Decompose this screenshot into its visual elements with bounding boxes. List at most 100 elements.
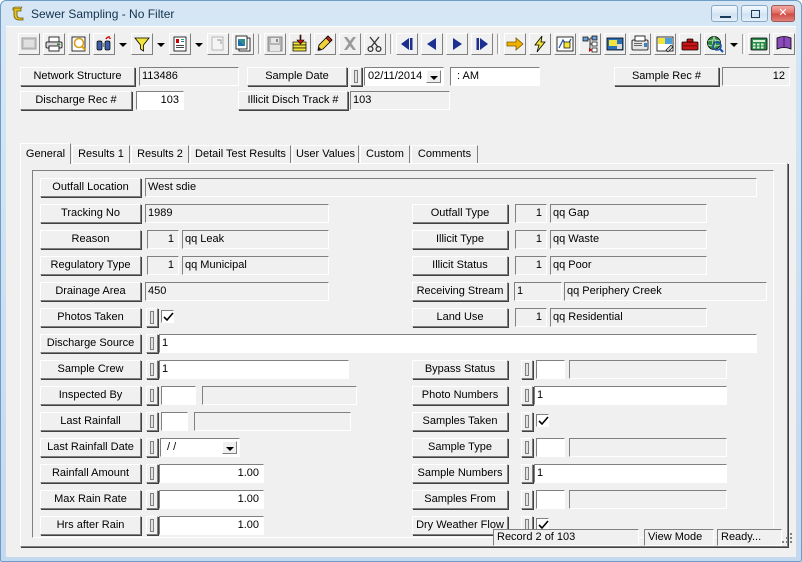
sample-rec-button[interactable]: Sample Rec # xyxy=(614,67,719,86)
sample-numbers-lookup-button[interactable] xyxy=(521,464,533,483)
globe-search-icon[interactable] xyxy=(704,33,726,55)
filter-dropdown-arrow[interactable] xyxy=(154,33,166,55)
sample-numbers-field[interactable]: 1 xyxy=(534,464,727,483)
globe-dropdown-arrow[interactable] xyxy=(727,33,739,55)
minimize-button[interactable] xyxy=(711,5,738,22)
toolbox-icon[interactable] xyxy=(679,33,701,55)
photo-numbers-button[interactable]: Photo Numbers xyxy=(412,386,508,405)
export-page-icon[interactable] xyxy=(207,33,229,55)
help-book-icon[interactable] xyxy=(773,33,795,55)
illicit-type-value-field[interactable]: qq Waste xyxy=(550,230,707,249)
photo-numbers-field[interactable]: 1 xyxy=(534,386,727,405)
sample-crew-lookup-button[interactable] xyxy=(146,360,158,379)
tab-results-2[interactable]: Results 2 xyxy=(131,145,189,163)
last-rainfall-value-field[interactable] xyxy=(194,412,351,431)
sample-numbers-button[interactable]: Sample Numbers xyxy=(412,464,508,483)
discharge-rec-field[interactable]: 103 xyxy=(136,91,184,110)
tab-general[interactable]: General xyxy=(20,143,71,164)
bypass-status-code-field[interactable] xyxy=(536,360,565,379)
network-structure-button[interactable]: Network Structure xyxy=(20,67,135,86)
save-disk-icon[interactable] xyxy=(264,33,286,55)
drainage-area-field[interactable]: 450 xyxy=(145,282,329,301)
illicit-type-code-field[interactable]: 1 xyxy=(515,230,547,249)
outfall-location-button[interactable]: Outfall Location xyxy=(40,178,141,197)
chevron-down-icon[interactable] xyxy=(426,70,441,83)
receiving-stream-value-field[interactable]: qq Periphery Creek xyxy=(564,282,767,301)
sort-dropdown-arrow[interactable] xyxy=(116,33,128,55)
bypass-status-lookup-button[interactable] xyxy=(521,360,533,379)
receiving-stream-button[interactable]: Receiving Stream xyxy=(412,282,508,301)
inspected-by-code-field[interactable] xyxy=(161,386,196,405)
edit-pencil-icon[interactable] xyxy=(314,33,336,55)
photos-taken-lookup-button[interactable] xyxy=(146,308,158,327)
calculator-icon[interactable] xyxy=(748,33,770,55)
outfall-type-button[interactable]: Outfall Type xyxy=(412,204,508,223)
goto-arrow-icon[interactable] xyxy=(504,33,526,55)
sort-binoculars-icon[interactable] xyxy=(93,33,115,55)
print-icon[interactable] xyxy=(43,33,65,55)
max-rain-rate-lookup-button[interactable] xyxy=(146,490,158,509)
receiving-stream-code-field[interactable]: 1 xyxy=(514,282,562,301)
first-record-icon[interactable] xyxy=(396,33,418,55)
image-viewer-icon[interactable] xyxy=(604,33,626,55)
find-magnifier-icon[interactable] xyxy=(68,33,90,55)
network-structure-field[interactable]: 113486 xyxy=(139,67,239,86)
samples-taken-lookup-button[interactable] xyxy=(521,412,533,431)
land-use-code-field[interactable]: 1 xyxy=(515,308,547,327)
illicit-disch-track-field[interactable]: 103 xyxy=(350,91,450,110)
sample-type-value-field[interactable] xyxy=(569,438,727,457)
sample-crew-button[interactable]: Sample Crew xyxy=(40,360,141,379)
samples-from-button[interactable]: Samples From xyxy=(412,490,508,509)
regulatory-type-button[interactable]: Regulatory Type xyxy=(40,256,141,275)
tracking-no-button[interactable]: Tracking No xyxy=(40,204,141,223)
sample-type-button[interactable]: Sample Type xyxy=(412,438,508,457)
last-rainfall-date-combo[interactable]: / / xyxy=(160,438,240,457)
photos-taken-checkbox[interactable] xyxy=(161,310,174,323)
report-dropdown-arrow[interactable] xyxy=(192,33,204,55)
bypass-status-value-field[interactable] xyxy=(569,360,727,379)
rainfall-amount-field[interactable]: 1.00 xyxy=(159,464,264,483)
sample-type-code-field[interactable] xyxy=(536,438,565,457)
resize-grip[interactable] xyxy=(782,533,794,545)
samples-from-code-field[interactable] xyxy=(536,490,565,509)
regulatory-type-code-field[interactable]: 1 xyxy=(147,256,179,275)
tab-comments[interactable]: Comments xyxy=(411,145,478,163)
sample-time-field[interactable]: : AM xyxy=(450,67,540,86)
print-preview-grid-icon[interactable] xyxy=(18,33,40,55)
drainage-area-button[interactable]: Drainage Area xyxy=(40,282,141,301)
photo-numbers-lookup-button[interactable] xyxy=(521,386,533,405)
last-rainfall-date-button[interactable]: Last Rainfall Date xyxy=(40,438,141,457)
outfall-type-value-field[interactable]: qq Gap xyxy=(550,204,707,223)
tree-hierarchy-icon[interactable] xyxy=(579,33,601,55)
tracking-no-field[interactable]: 1989 xyxy=(145,204,329,223)
chevron-down-icon[interactable] xyxy=(222,441,237,454)
samples-taken-checkbox[interactable] xyxy=(536,414,549,427)
inspected-by-value-field[interactable] xyxy=(202,386,357,405)
bypass-status-button[interactable]: Bypass Status xyxy=(412,360,508,379)
sample-date-combo[interactable]: 02/11/2014 xyxy=(364,67,444,86)
illicit-status-value-field[interactable]: qq Poor xyxy=(550,256,707,275)
discharge-source-button[interactable]: Discharge Source xyxy=(40,334,141,353)
delete-x-icon[interactable] xyxy=(339,33,361,55)
photos-taken-button[interactable]: Photos Taken xyxy=(40,308,141,327)
add-record-icon[interactable] xyxy=(289,33,311,55)
regulatory-type-value-field[interactable]: qq Municipal xyxy=(182,256,329,275)
filter-funnel-icon[interactable] xyxy=(131,33,153,55)
map-view-icon[interactable] xyxy=(554,33,576,55)
last-record-icon[interactable] xyxy=(471,33,493,55)
outfall-location-field[interactable]: West sdie xyxy=(145,178,757,197)
tab-user-values[interactable]: User Values xyxy=(292,145,359,163)
sample-date-button[interactable]: Sample Date xyxy=(247,67,347,86)
rainfall-amount-button[interactable]: Rainfall Amount xyxy=(40,464,141,483)
illicit-status-code-field[interactable]: 1 xyxy=(515,256,547,275)
discharge-rec-button[interactable]: Discharge Rec # xyxy=(20,91,132,110)
last-rainfall-date-lookup-button[interactable] xyxy=(146,438,158,457)
tab-custom[interactable]: Custom xyxy=(360,145,410,163)
reason-button[interactable]: Reason xyxy=(40,230,141,249)
rainfall-amount-lookup-button[interactable] xyxy=(146,464,158,483)
max-rain-rate-field[interactable]: 1.00 xyxy=(159,490,264,509)
illicit-type-button[interactable]: Illicit Type xyxy=(412,230,508,249)
lightning-action-icon[interactable] xyxy=(529,33,551,55)
samples-from-lookup-button[interactable] xyxy=(521,490,533,509)
sample-type-lookup-button[interactable] xyxy=(521,438,533,457)
